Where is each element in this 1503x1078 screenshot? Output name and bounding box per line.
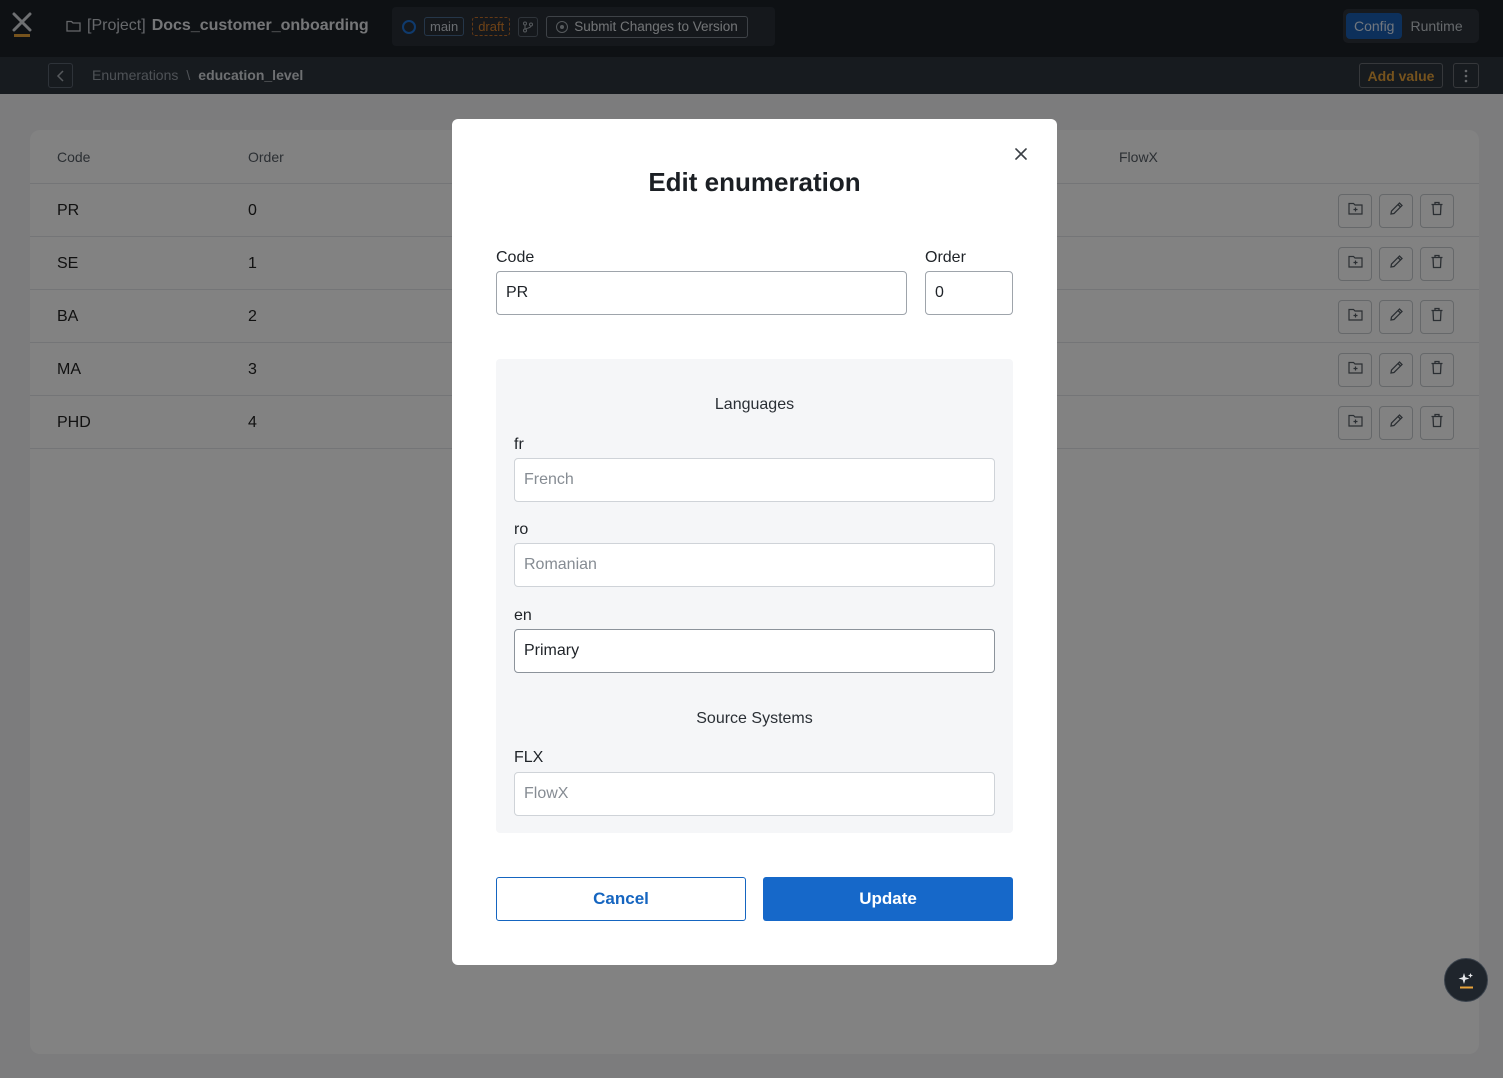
lang-fr-input[interactable]	[514, 458, 995, 502]
edit-enumeration-dialog: Edit enumeration Code Order Languages fr…	[452, 119, 1057, 965]
lang-en-label: en	[514, 607, 532, 624]
cancel-button[interactable]: Cancel	[496, 877, 746, 921]
lang-ro-input[interactable]	[514, 543, 995, 587]
source-systems-heading: Source Systems	[696, 710, 813, 727]
order-input[interactable]	[925, 271, 1013, 315]
lang-en-input[interactable]	[514, 629, 995, 673]
source-flx-input[interactable]	[514, 772, 995, 816]
close-icon[interactable]	[1013, 146, 1029, 162]
translations-panel: Languages fr ro en Source Systems FLX	[496, 359, 1013, 833]
dialog-title: Edit enumeration	[648, 167, 861, 197]
order-label: Order	[925, 249, 966, 266]
code-label: Code	[496, 249, 535, 266]
ai-assistant-button[interactable]	[1444, 958, 1488, 1002]
lang-fr-label: fr	[514, 436, 524, 453]
sparkle-icon	[1458, 973, 1473, 989]
lang-ro-label: ro	[514, 521, 529, 538]
source-flx-label: FLX	[514, 749, 544, 766]
languages-heading: Languages	[714, 396, 795, 413]
code-input[interactable]	[496, 271, 907, 315]
update-button[interactable]: Update	[763, 877, 1013, 921]
